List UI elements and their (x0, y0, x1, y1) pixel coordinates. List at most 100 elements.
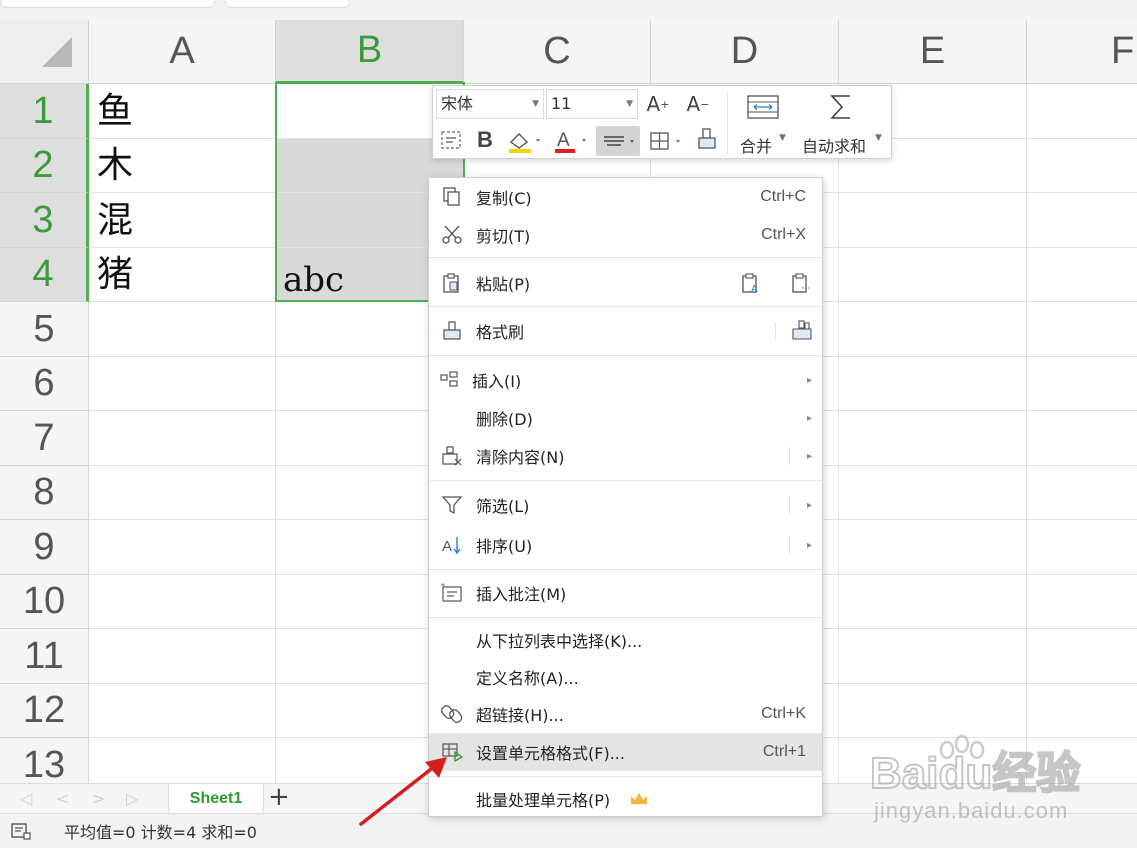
menu-item-format-cells[interactable]: 设置单元格格式(F)... Ctrl+1 (429, 733, 822, 771)
align-icon[interactable] (596, 126, 640, 156)
bold-button[interactable]: B (473, 126, 497, 154)
grid-cell[interactable] (1027, 139, 1137, 193)
cell-a4[interactable]: 猪 (97, 257, 133, 293)
menu-item-format-painter[interactable]: 格式刷 (429, 312, 822, 350)
grid-cell[interactable] (1027, 466, 1137, 520)
menu-item-filter[interactable]: 筛选(L) ▸ (429, 486, 822, 524)
grid-cell[interactable] (839, 411, 1027, 466)
column-header-e[interactable]: E (839, 20, 1027, 84)
row-header-9[interactable]: 9 (0, 520, 89, 575)
merge-label[interactable]: 合并 (740, 133, 772, 157)
menu-item-paste[interactable]: 粘贴(P) A (429, 264, 822, 302)
sum-icon[interactable] (826, 91, 856, 123)
menu-item-insert-comment[interactable]: * 插入批注(M) (429, 574, 822, 612)
paste-values-icon[interactable]: A (740, 273, 762, 295)
grid-cell[interactable] (839, 629, 1027, 684)
macro-icon[interactable] (10, 821, 32, 841)
row-header-5[interactable]: 5 (0, 302, 89, 357)
row-header-3[interactable]: 3 (0, 193, 89, 248)
column-header-a[interactable]: A (89, 20, 276, 84)
row-header-11[interactable]: 11 (0, 629, 89, 684)
grid-cell[interactable] (1027, 193, 1137, 248)
decrease-font-icon[interactable]: A − (685, 91, 711, 117)
menu-item-sort[interactable]: A 排序(U) ▸ (429, 526, 822, 564)
column-header-d[interactable]: D (651, 20, 839, 84)
last-sheet-icon[interactable]: ▷ (126, 789, 138, 808)
grid-cell[interactable] (89, 302, 276, 357)
row-header-13[interactable]: 13 (0, 738, 89, 783)
border-icon[interactable] (647, 128, 687, 154)
grid-cell[interactable] (839, 466, 1027, 520)
menu-item-clear-contents[interactable]: 清除内容(N) ▸ (429, 437, 822, 475)
row-header-6[interactable]: 6 (0, 357, 89, 411)
grid-cell[interactable] (89, 357, 276, 411)
grid-cell[interactable] (89, 520, 276, 575)
menu-item-define-name[interactable]: 定义名称(A)... (429, 658, 822, 696)
autosum-label[interactable]: 自动求和 (802, 133, 866, 157)
grid-cell[interactable] (89, 684, 276, 738)
paste-special-icon[interactable] (790, 273, 812, 295)
grid-cell[interactable] (89, 411, 276, 466)
grid-cell[interactable] (89, 466, 276, 520)
grid-cell[interactable] (89, 629, 276, 684)
document-tab[interactable] (0, 0, 215, 8)
cell-b4[interactable]: abc (283, 263, 344, 297)
grid-cell[interactable] (1027, 411, 1137, 466)
menu-item-pick-from-list[interactable]: 从下拉列表中选择(K)... (429, 621, 822, 659)
prev-sheet-icon[interactable]: < (56, 789, 69, 808)
merge-cells-icon[interactable] (745, 92, 781, 122)
menu-item-batch-process[interactable]: 批量处理单元格(P) (429, 780, 822, 818)
menu-item-delete[interactable]: 删除(D) ▸ (429, 399, 822, 437)
grid-cell[interactable] (839, 575, 1027, 629)
row-header-10[interactable]: 10 (0, 575, 89, 629)
menu-item-copy[interactable]: 复制(C) Ctrl+C (429, 178, 822, 216)
menu-item-hyperlink[interactable]: 超链接(H)... Ctrl+K (429, 695, 822, 733)
grid-cell[interactable] (839, 684, 1027, 738)
grid-cell[interactable] (839, 302, 1027, 357)
row-header-12[interactable]: 12 (0, 684, 89, 738)
row-header-4[interactable]: 4 (0, 248, 89, 302)
document-tab[interactable] (225, 0, 350, 8)
grid-cell[interactable] (1027, 520, 1137, 575)
format-painter-icon[interactable] (695, 126, 719, 154)
fill-color-icon[interactable] (505, 128, 545, 154)
grid-cell[interactable] (1027, 629, 1137, 684)
row-header-8[interactable]: 8 (0, 466, 89, 520)
row-header-1[interactable]: 1 (0, 84, 89, 139)
grid-cell[interactable] (839, 193, 1027, 248)
cell-a2[interactable]: 木 (97, 148, 133, 184)
row-header-7[interactable]: 7 (0, 411, 89, 466)
increase-font-icon[interactable]: A + (645, 91, 671, 117)
column-header-b[interactable]: B (276, 20, 464, 84)
next-sheet-icon[interactable]: > (92, 789, 105, 808)
grid-cell[interactable] (839, 248, 1027, 302)
grid-cell[interactable] (839, 357, 1027, 411)
chevron-down-icon[interactable]: ▼ (779, 133, 786, 143)
grid-cell[interactable] (839, 520, 1027, 575)
font-name-select[interactable]: 宋体 ▼ (436, 89, 544, 119)
grid-cell[interactable] (1027, 684, 1137, 738)
grid-cell[interactable] (1027, 84, 1137, 139)
grid-cell[interactable] (1027, 248, 1137, 302)
cell-a3[interactable]: 混 (97, 203, 133, 239)
format-painter-multi-icon[interactable] (790, 320, 814, 342)
font-size-select[interactable]: 11 ▼ (546, 89, 638, 119)
wrap-text-icon[interactable] (439, 129, 463, 151)
select-all-corner[interactable] (0, 20, 89, 84)
grid-cell[interactable] (839, 738, 1027, 783)
sheet-tab-sheet1[interactable]: Sheet1 (168, 784, 264, 813)
add-sheet-button[interactable]: + (268, 782, 290, 812)
row-header-2[interactable]: 2 (0, 139, 89, 193)
grid-cell[interactable] (89, 575, 276, 629)
grid-cell[interactable] (1027, 302, 1137, 357)
font-color-icon[interactable]: A (551, 128, 591, 154)
menu-item-cut[interactable]: 剪切(T) Ctrl+X (429, 216, 822, 254)
menu-item-insert[interactable]: 插入(I) ▸ (429, 361, 822, 399)
grid-cell[interactable] (1027, 738, 1137, 783)
chevron-down-icon[interactable]: ▼ (875, 133, 882, 143)
cell-a1[interactable]: 鱼 (97, 94, 133, 130)
grid-cell[interactable] (1027, 357, 1137, 411)
first-sheet-icon[interactable]: ◁ (20, 789, 32, 808)
grid-cell[interactable] (1027, 575, 1137, 629)
column-header-f[interactable]: F (1027, 20, 1137, 84)
